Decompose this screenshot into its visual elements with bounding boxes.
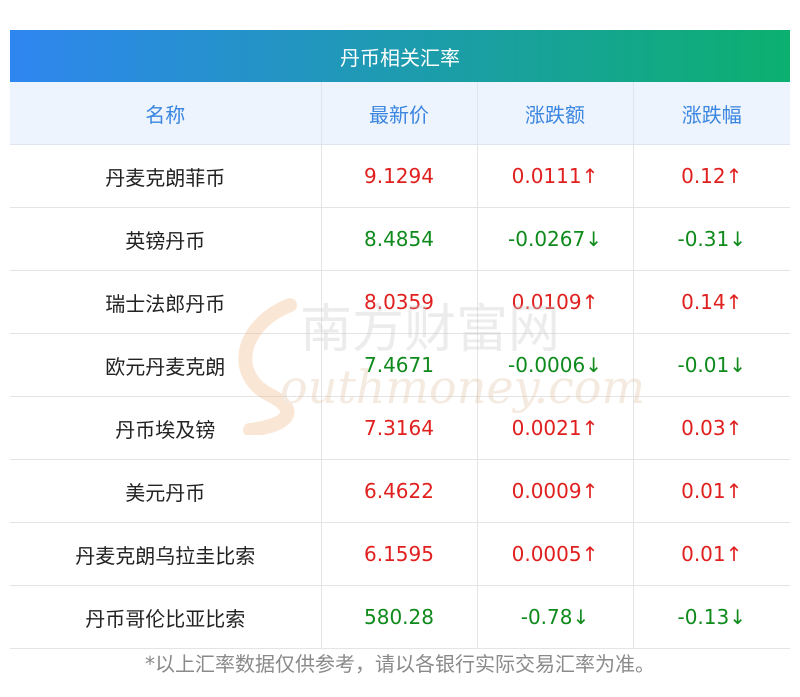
rate-change-percent: -0.31↓ (633, 207, 790, 271)
rate-change: -0.0006↓ (477, 333, 634, 397)
table-row[interactable]: 丹币埃及镑 7.3164 0.0021↑ 0.03↑ (10, 396, 790, 460)
rate-name: 美元丹币 (10, 459, 322, 523)
rate-price: 7.3164 (321, 396, 478, 460)
rate-change-percent: -0.13↓ (633, 585, 790, 649)
rate-price: 6.1595 (321, 522, 478, 586)
table-row[interactable]: 瑞士法郎丹币 8.0359 0.0109↑ 0.14↑ (10, 270, 790, 334)
table-row[interactable]: 丹麦克朗乌拉圭比索 6.1595 0.0005↑ 0.01↑ (10, 522, 790, 586)
table-row[interactable]: 美元丹币 6.4622 0.0009↑ 0.01↑ (10, 459, 790, 523)
rate-change: 0.0109↑ (477, 270, 634, 334)
rate-price: 7.4671 (321, 333, 478, 397)
table-row[interactable]: 英镑丹币 8.4854 -0.0267↓ -0.31↓ (10, 207, 790, 271)
rate-name: 丹麦克朗菲币 (10, 144, 322, 208)
rate-change: 0.0021↑ (477, 396, 634, 460)
rates-panel: 丹币相关汇率 名称 最新价 涨跌额 涨跌幅 丹麦克朗菲币 9.1294 0.0111… (10, 30, 790, 649)
rate-price: 6.4622 (321, 459, 478, 523)
header-name: 名称 (10, 82, 322, 145)
rate-change-percent: 0.03↑ (633, 396, 790, 460)
panel-title: 丹币相关汇率 (10, 30, 790, 82)
table-row[interactable]: 丹币哥伦比亚比索 580.28 -0.78↓ -0.13↓ (10, 585, 790, 649)
rate-price: 9.1294 (321, 144, 478, 208)
rate-name: 欧元丹麦克朗 (10, 333, 322, 397)
rate-name: 瑞士法郎丹币 (10, 270, 322, 334)
rate-price: 580.28 (321, 585, 478, 649)
header-change: 涨跌额 (477, 82, 634, 145)
table-header-row: 名称 最新价 涨跌额 涨跌幅 (10, 82, 790, 145)
rate-price: 8.4854 (321, 207, 478, 271)
header-pct: 涨跌幅 (633, 82, 790, 145)
rates-table: 名称 最新价 涨跌额 涨跌幅 丹麦克朗菲币 9.1294 0.0111↑ 0.12↑ 英… (10, 82, 790, 649)
rate-name: 英镑丹币 (10, 207, 322, 271)
disclaimer-note: *以上汇率数据仅供参考，请以各银行实际交易汇率为准。 (145, 652, 655, 676)
rate-name: 丹麦克朗乌拉圭比索 (10, 522, 322, 586)
rate-change: 0.0111↑ (477, 144, 634, 208)
rate-change-percent: 0.12↑ (633, 144, 790, 208)
rate-name: 丹币埃及镑 (10, 396, 322, 460)
rate-change: 0.0009↑ (477, 459, 634, 523)
rate-change-percent: 0.01↑ (633, 459, 790, 523)
rate-change: -0.0267↓ (477, 207, 634, 271)
rate-change: -0.78↓ (477, 585, 634, 649)
table-row[interactable]: 丹麦克朗菲币 9.1294 0.0111↑ 0.12↑ (10, 144, 790, 208)
table-row[interactable]: 欧元丹麦克朗 7.4671 -0.0006↓ -0.01↓ (10, 333, 790, 397)
rate-change: 0.0005↑ (477, 522, 634, 586)
rate-name: 丹币哥伦比亚比索 (10, 585, 322, 649)
rate-price: 8.0359 (321, 270, 478, 334)
rate-change-percent: 0.14↑ (633, 270, 790, 334)
rate-change-percent: -0.01↓ (633, 333, 790, 397)
rate-change-percent: 0.01↑ (633, 522, 790, 586)
header-price: 最新价 (321, 82, 478, 145)
